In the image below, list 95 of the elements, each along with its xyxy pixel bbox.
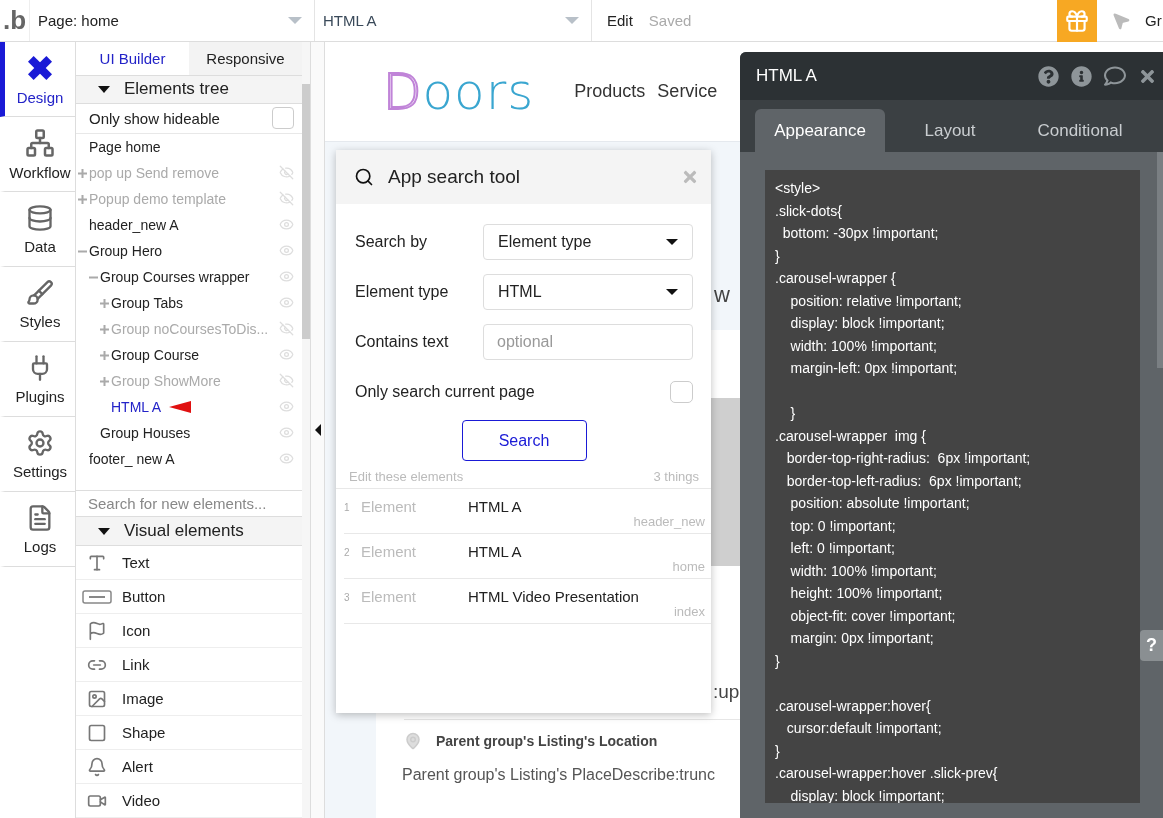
dropdown[interactable]: HTML	[483, 274, 693, 310]
editor-tab[interactable]: Conditional	[1015, 109, 1145, 152]
eye-icon[interactable]	[279, 347, 294, 363]
row-number: 1	[344, 501, 351, 515]
description-text: Parent group's Listing's PlaceDescribe:trunc	[402, 766, 715, 784]
row-number: 3	[344, 591, 351, 605]
result-type: Element	[361, 588, 418, 607]
nav-link[interactable]: Products	[574, 81, 646, 102]
bell-icon	[87, 756, 107, 777]
plus-icon[interactable]	[100, 299, 109, 309]
editor-tab[interactable]: Appearance	[755, 109, 885, 152]
results-count: 3 things	[653, 469, 699, 484]
tree-item[interactable]: Group Course	[111, 346, 199, 363]
panel-tab[interactable]: Responsive	[189, 42, 302, 75]
eye-icon[interactable]	[279, 295, 294, 311]
editor-title: HTML A	[756, 66, 818, 86]
hidden-eye-icon[interactable]	[279, 373, 294, 389]
field-label: Element type	[355, 283, 449, 301]
hidden-eye-icon[interactable]	[279, 321, 294, 337]
field-label: Contains text	[355, 333, 449, 351]
tree-item[interactable]: Page home	[89, 138, 161, 155]
result-type: Element	[361, 543, 418, 562]
eye-icon[interactable]	[279, 243, 294, 259]
search-button[interactable]: Search	[461, 420, 587, 461]
pointer-arrow-icon	[169, 400, 194, 413]
checkbox[interactable]	[670, 381, 693, 403]
results-label: Edit these elements	[349, 469, 464, 484]
dropdown[interactable]: Element type	[483, 224, 693, 260]
result-page: index	[673, 604, 705, 619]
tree-item[interactable]: footer_ new A	[89, 450, 175, 467]
hidden-eye-icon[interactable]	[279, 191, 294, 207]
tree-item[interactable]: header_new A	[89, 216, 179, 233]
database-icon	[26, 203, 54, 232]
checkbox-label: Only show hideable	[89, 109, 220, 127]
square-icon	[87, 722, 107, 743]
tree-item[interactable]: Group Houses	[100, 424, 191, 441]
settings-icon	[26, 428, 54, 457]
edit-menu[interactable]: Edit	[607, 12, 633, 29]
eye-icon[interactable]	[279, 399, 294, 415]
brush-icon	[26, 278, 54, 307]
section-header[interactable]: Visual elements	[76, 517, 302, 546]
brand-logo: Doors	[383, 62, 535, 121]
section-header[interactable]: Elements tree	[76, 76, 302, 104]
field-label: Only search current page	[355, 383, 535, 401]
save-status: Saved	[648, 12, 692, 29]
field-label: Search by	[355, 233, 428, 251]
scrollbar-thumb[interactable]	[1157, 152, 1163, 368]
tree-item[interactable]: HTML A	[111, 398, 162, 415]
row-number: 2	[344, 546, 351, 560]
result-name[interactable]: HTML Video Presentation	[468, 588, 639, 605]
dialog-title: App search tool	[388, 166, 522, 188]
workflow-icon	[25, 127, 55, 158]
gift-icon	[1064, 7, 1090, 34]
code-editor[interactable]: <style> .slick-dots{ bottom: -30px !important; } .carousel-wrapper { position: relative !important; display: block !important; width: 100% !important; margin-left: 0px !important; } .carousel-wrapper img { border-top-right-radius: 6px !important; border-top-left-radius: 6px !important; position: absolute !important; top: 0 !important; left: 0 !important; width: 100% !important; height: 100% !important; object-fit: cover !important; margin: 0px !important; } .carousel-wrapper:hover{ cursor:default !important; } .carousel-wrapper:hover .slick-prev{ display: block !important;	[765, 170, 1140, 803]
gift-button[interactable]	[1057, 0, 1097, 42]
checkbox[interactable]	[272, 107, 294, 130]
nav-link[interactable]: Service	[657, 81, 718, 102]
plus-icon[interactable]	[100, 351, 109, 361]
plus-icon[interactable]	[100, 377, 109, 387]
scrollbar-thumb[interactable]	[302, 84, 310, 339]
location-text: Parent group's Listing's Location	[436, 733, 658, 749]
help-icon[interactable]	[1038, 65, 1059, 87]
tree-item[interactable]: Group Courses wrapper	[100, 268, 250, 285]
user-menu[interactable]: Gr	[1145, 12, 1163, 29]
image-icon	[87, 688, 107, 709]
tree-item[interactable]: Group Tabs	[111, 294, 184, 311]
tree-item[interactable]: Group Hero	[89, 242, 163, 259]
search-icon	[354, 167, 374, 187]
eye-icon[interactable]	[279, 425, 294, 441]
result-name[interactable]: HTML A	[468, 543, 522, 560]
heading-text: w	[714, 282, 730, 308]
info-icon[interactable]	[1071, 65, 1092, 87]
plus-icon[interactable]	[78, 195, 87, 205]
result-type: Element	[361, 498, 418, 517]
button-icon	[82, 589, 112, 604]
flag-icon	[87, 620, 107, 641]
input-field[interactable]: optional	[483, 324, 693, 360]
plus-icon[interactable]	[100, 325, 109, 335]
comment-icon[interactable]	[1104, 65, 1126, 87]
search-field[interactable]: Search for new elements...	[76, 489, 302, 518]
eye-icon[interactable]	[279, 269, 294, 285]
editor-tab[interactable]: Layout	[885, 109, 1015, 152]
result-page: home	[672, 559, 705, 574]
page-selector[interactable]: Page: home	[30, 0, 315, 41]
nav-tab[interactable]: Design	[0, 42, 75, 117]
eye-icon[interactable]	[279, 217, 294, 233]
heading-text: :up	[713, 681, 740, 702]
result-name[interactable]: HTML A	[468, 498, 522, 515]
plus-icon[interactable]	[78, 169, 87, 179]
result-page: header_new	[633, 514, 705, 529]
eye-icon[interactable]	[279, 451, 294, 467]
element-selector[interactable]: HTML A	[315, 0, 592, 41]
location-pin-icon	[404, 732, 422, 750]
hidden-eye-icon[interactable]	[279, 165, 294, 181]
app-logo[interactable]: .b	[0, 0, 30, 41]
